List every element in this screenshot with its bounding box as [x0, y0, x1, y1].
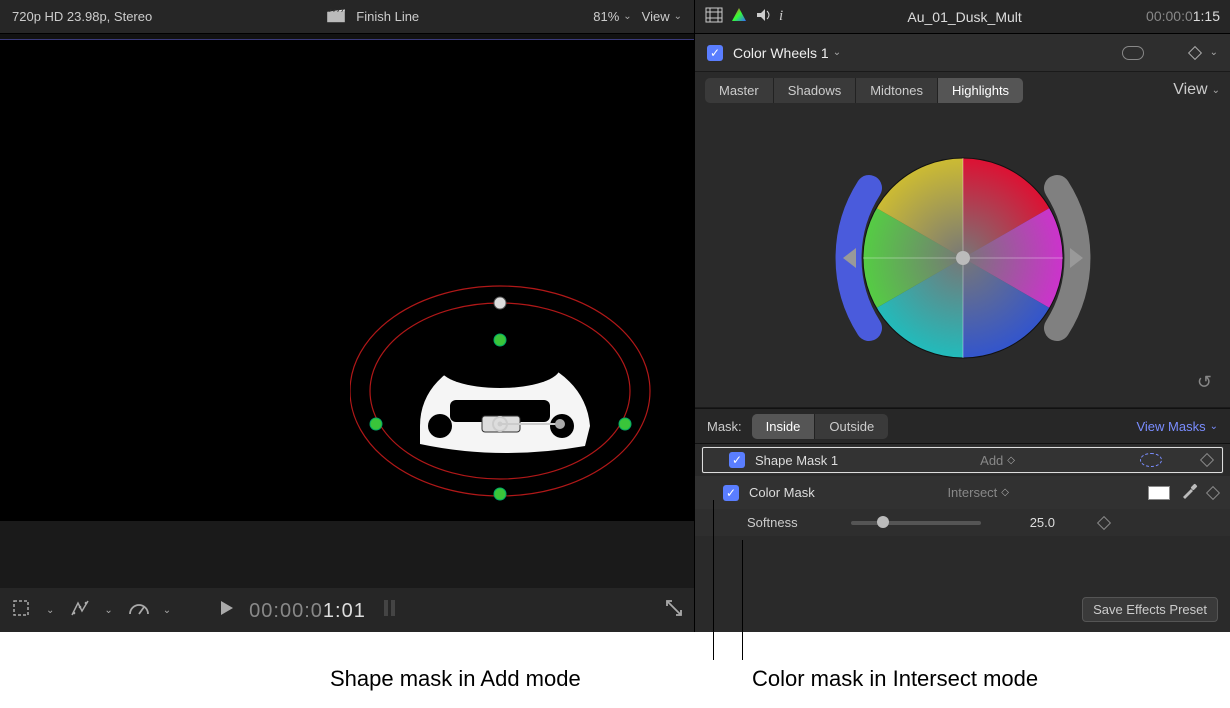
chevron-down-icon[interactable]: ⌄ [1210, 47, 1218, 58]
viewer-panel: 720p HD 23.98p, Stereo Finish Line 81% ⌄… [0, 0, 695, 632]
chevron-down-icon: ⌄ [1210, 421, 1218, 432]
zoom-dropdown[interactable]: 81% ⌄ [593, 9, 631, 24]
callout-color-label: Color mask in Intersect mode [752, 666, 1038, 692]
color-wheel[interactable] [823, 118, 1103, 398]
mask-inside-outside: Inside Outside [752, 414, 889, 439]
wheel-tabs: Master Shadows Midtones Highlights [705, 78, 1023, 103]
chevron-down-icon[interactable]: ⌄ [46, 605, 54, 616]
color-wheel-area: ↺ [695, 108, 1230, 408]
tab-shadows[interactable]: Shadows [774, 78, 856, 103]
keyframe-diamond-icon[interactable] [1200, 453, 1214, 467]
play-button-icon[interactable] [219, 600, 235, 621]
callout-line-color [742, 540, 743, 660]
inspector-panel: i Au_01_Dusk_Mult 00:00:01:15 ✓ Color Wh… [695, 0, 1230, 632]
mask-item-color[interactable]: ✓ Color Mask Intersect ◇ [695, 476, 1230, 509]
mask-mode-dropdown[interactable]: Intersect ◇ [909, 485, 1009, 500]
app-frame: 720p HD 23.98p, Stereo Finish Line 81% ⌄… [0, 0, 1230, 632]
mask-outside-button[interactable]: Outside [815, 414, 888, 439]
viewer-bottom-pad [0, 520, 694, 588]
effect-enable-checkbox[interactable]: ✓ [707, 45, 723, 61]
chevron-down-icon: ⌄ [623, 11, 631, 22]
clapper-icon[interactable] [326, 7, 346, 26]
mask-item-shape[interactable]: ✓ Shape Mask 1 Add ◇ [701, 446, 1224, 474]
callout-shape-label: Shape mask in Add mode [330, 666, 581, 692]
info-inspector-icon[interactable]: i [779, 8, 783, 25]
chevron-down-icon[interactable]: ⌄ [163, 605, 171, 616]
mask-label: Mask: [707, 419, 742, 434]
viewer-top-bar: 720p HD 23.98p, Stereo Finish Line 81% ⌄… [0, 0, 694, 34]
chevron-down-icon: ⌄ [833, 47, 841, 58]
save-effects-preset-button[interactable]: Save Effects Preset [1082, 597, 1218, 622]
speed-gauge-icon[interactable] [127, 597, 149, 624]
audio-inspector-icon[interactable] [755, 7, 771, 26]
updown-icon: ◇ [1001, 487, 1009, 498]
effect-header-row: ✓ Color Wheels 1 ⌄ ⌄ [695, 34, 1230, 72]
keyframe-diamond-icon[interactable] [1188, 45, 1202, 59]
softness-value[interactable]: 25.0 [995, 515, 1055, 530]
shape-mask-icon[interactable] [1140, 453, 1162, 467]
softness-slider[interactable] [851, 521, 981, 525]
clip-format-label: 720p HD 23.98p, Stereo [12, 9, 152, 24]
mask-mode-dropdown[interactable]: Add ◇ [915, 453, 1015, 468]
save-preset-row: Save Effects Preset [695, 587, 1230, 632]
shape-mask-overlay[interactable] [350, 276, 660, 506]
callout-line-shape [713, 500, 714, 660]
slider-knob[interactable] [877, 516, 889, 528]
audio-meter-icon [380, 596, 400, 625]
mask-enable-checkbox[interactable]: ✓ [723, 485, 739, 501]
color-swatch[interactable] [1148, 486, 1170, 500]
color-inspector-icon[interactable] [731, 7, 747, 26]
wheel-view-menu[interactable]: View ⌄ [1173, 81, 1220, 99]
chevron-down-icon[interactable]: ⌄ [104, 605, 112, 616]
view-menu[interactable]: View ⌄ [642, 9, 682, 24]
viewer-toolbar: ⌄ ⌄ ⌄ 00:00:01:01 [0, 588, 694, 632]
keyframe-diamond-icon[interactable] [1097, 515, 1111, 529]
inspector-top-bar: i Au_01_Dusk_Mult 00:00:01:15 [695, 0, 1230, 34]
mask-inside-button[interactable]: Inside [752, 414, 816, 439]
tab-midtones[interactable]: Midtones [856, 78, 938, 103]
wheel-tabs-row: Master Shadows Midtones Highlights View … [695, 72, 1230, 108]
updown-icon: ◇ [1007, 455, 1015, 466]
keyframe-diamond-icon[interactable] [1206, 485, 1220, 499]
viewer-canvas[interactable] [0, 40, 694, 520]
clip-name-label: Finish Line [356, 9, 419, 24]
mask-name: Color Mask [749, 485, 899, 500]
viewer-timecode[interactable]: 00:00:01:01 [249, 598, 366, 623]
zoom-value: 81% [593, 9, 619, 24]
clip-name-dropdown[interactable]: Finish Line [356, 9, 419, 24]
softness-row: Softness 25.0 [695, 509, 1230, 536]
reset-wheel-icon[interactable]: ↺ [1197, 372, 1212, 393]
tab-highlights[interactable]: Highlights [938, 78, 1023, 103]
effect-name-dropdown[interactable]: Color Wheels 1 ⌄ [733, 45, 841, 61]
callout-layer: Shape mask in Add mode Color mask in Int… [0, 632, 1230, 708]
mask-shape-icon[interactable] [1122, 46, 1144, 60]
mask-controls-row: Mask: Inside Outside View Masks ⌄ [695, 408, 1230, 444]
video-inspector-icon[interactable] [705, 7, 723, 26]
view-masks-menu[interactable]: View Masks ⌄ [1136, 419, 1218, 434]
fullscreen-icon[interactable] [664, 598, 684, 623]
inspector-clip-title: Au_01_Dusk_Mult [791, 9, 1138, 25]
inspector-timecode: 00:00:01:15 [1146, 8, 1220, 25]
chevron-down-icon: ⌄ [674, 11, 682, 22]
mask-enable-checkbox[interactable]: ✓ [729, 452, 745, 468]
chevron-down-icon: ⌄ [1212, 85, 1220, 96]
tab-master[interactable]: Master [705, 78, 774, 103]
mask-name: Shape Mask 1 [755, 453, 905, 468]
softness-label: Softness [747, 515, 837, 530]
eyedropper-icon[interactable] [1180, 482, 1198, 503]
crop-tool-icon[interactable] [10, 597, 32, 624]
retime-tool-icon[interactable] [68, 597, 90, 624]
